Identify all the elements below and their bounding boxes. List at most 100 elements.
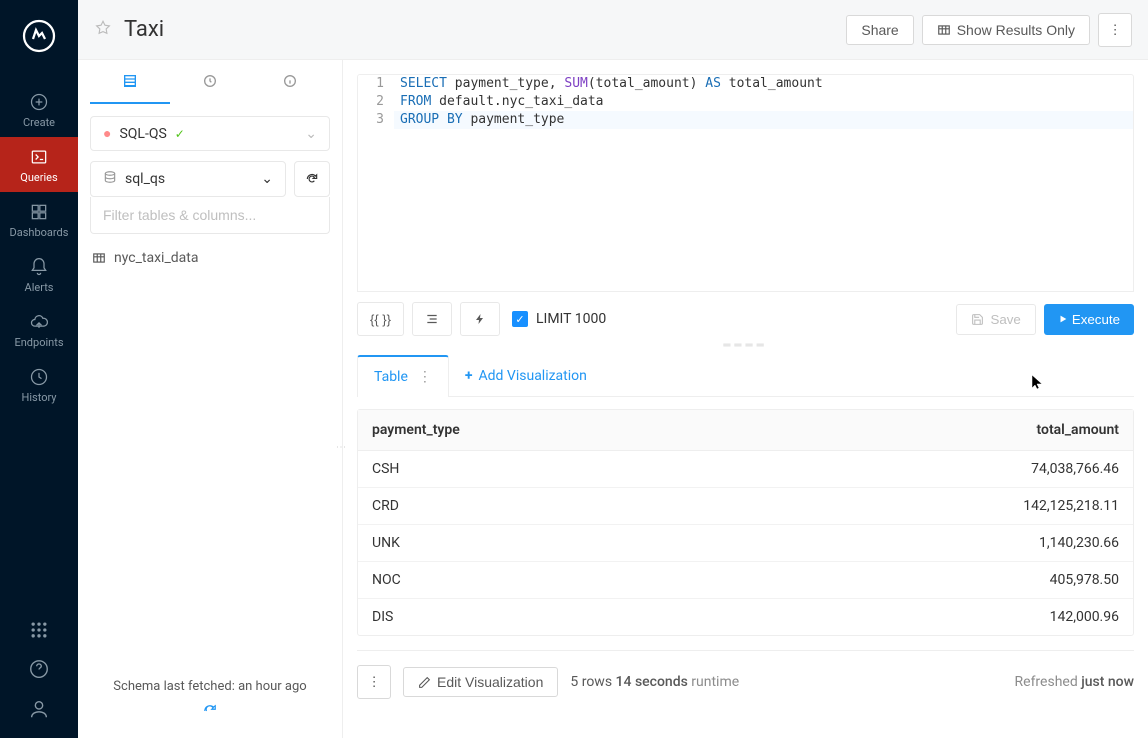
save-icon: [971, 313, 984, 326]
nav-label: History: [22, 391, 57, 404]
limit-label: LIMIT 1000: [536, 311, 606, 327]
column-header[interactable]: total_amount: [959, 422, 1119, 438]
sql-editor[interactable]: 1SELECT payment_type, SUM(total_amount) …: [357, 74, 1134, 292]
more-options-button[interactable]: ⋮: [1098, 13, 1132, 47]
table-row[interactable]: UNK1,140,230.66: [358, 525, 1133, 562]
cell: 1,140,230.66: [959, 535, 1119, 551]
cloud-icon: [29, 312, 49, 332]
user-icon[interactable]: [28, 698, 50, 720]
execute-button[interactable]: Execute: [1044, 304, 1134, 335]
chevron-down-icon: ⌄: [261, 171, 273, 187]
nav-create[interactable]: Create: [0, 82, 78, 137]
schema-sidebar: ● SQL-QS ✓ ⌄ sql_qs ⌄: [78, 60, 343, 738]
history-icon: [29, 367, 49, 387]
connection-name: SQL-QS: [119, 126, 166, 142]
columns-icon: [122, 73, 138, 89]
table-icon: [937, 23, 951, 37]
nav-endpoints[interactable]: Endpoints: [0, 302, 78, 357]
add-visualization-button[interactable]: + Add Visualization: [449, 356, 603, 396]
cell: CRD: [372, 498, 959, 514]
connection-select[interactable]: ● SQL-QS ✓ ⌄: [90, 116, 330, 151]
refresh-schema-link[interactable]: [90, 700, 330, 726]
nav-label: Dashboards: [10, 226, 69, 239]
nav-label: Endpoints: [14, 336, 63, 349]
indent-icon: [425, 312, 439, 326]
share-button[interactable]: Share: [846, 15, 913, 45]
editor-toolbar: {{ }} ✓ LIMIT 1000 Save: [357, 302, 1134, 336]
schema-tab-info[interactable]: [250, 60, 330, 104]
bell-icon: [29, 257, 49, 277]
table-row[interactable]: DIS142,000.96: [358, 599, 1133, 635]
results-footer: ⋮ Edit Visualization 5 rows 14 seconds r…: [357, 650, 1134, 699]
schema-tab-columns[interactable]: [90, 60, 170, 104]
refresh-icon: [305, 172, 319, 186]
info-icon: [282, 73, 298, 89]
results-table: payment_type total_amount CSH74,038,766.…: [357, 409, 1134, 636]
cell: CSH: [372, 461, 959, 477]
footer-options-button[interactable]: ⋮: [357, 665, 391, 699]
plus-icon: +: [465, 368, 473, 384]
cell: 142,125,218.11: [959, 498, 1119, 514]
edit-icon: [418, 676, 431, 689]
cell: UNK: [372, 535, 959, 551]
save-button[interactable]: Save: [956, 304, 1035, 335]
database-select[interactable]: sql_qs ⌄: [90, 161, 286, 197]
play-icon: [1058, 314, 1068, 324]
checkbox-checked-icon: ✓: [512, 311, 528, 327]
schema-tab-history[interactable]: [170, 60, 250, 104]
table-icon: [92, 251, 106, 265]
database-icon: [103, 170, 117, 188]
page-title: Taxi: [124, 17, 164, 42]
nav-label: Alerts: [25, 281, 54, 294]
lightning-icon: [474, 313, 486, 325]
refreshed-status: Refreshed just now: [1015, 674, 1134, 690]
table-row[interactable]: NOC405,978.50: [358, 562, 1133, 599]
schema-footer: Schema last fetched: an hour ago: [90, 673, 330, 700]
editor-pane: ⋮ 1SELECT payment_type, SUM(total_amount…: [343, 60, 1148, 738]
show-results-only-button[interactable]: Show Results Only: [922, 15, 1090, 45]
table-row[interactable]: CSH74,038,766.46: [358, 451, 1133, 488]
cell: DIS: [372, 609, 959, 625]
edit-visualization-button[interactable]: Edit Visualization: [403, 667, 558, 697]
limit-checkbox[interactable]: ✓ LIMIT 1000: [512, 311, 606, 327]
queries-icon: [29, 147, 49, 167]
tab-options-icon[interactable]: ⋮: [418, 369, 432, 385]
plus-circle-icon: [29, 92, 49, 112]
refresh-schema-button[interactable]: [294, 161, 330, 197]
cell: NOC: [372, 572, 959, 588]
cell: 74,038,766.46: [959, 461, 1119, 477]
format-button[interactable]: [412, 302, 452, 336]
nav-alerts[interactable]: Alerts: [0, 247, 78, 302]
check-icon: ✓: [175, 127, 185, 141]
table-name: nyc_taxi_data: [114, 250, 198, 266]
help-icon[interactable]: [28, 658, 50, 680]
apps-icon[interactable]: [29, 620, 49, 640]
lightning-button[interactable]: [460, 302, 500, 336]
nav-history[interactable]: History: [0, 357, 78, 412]
params-button[interactable]: {{ }}: [357, 302, 404, 336]
cell: 405,978.50: [959, 572, 1119, 588]
database-name: sql_qs: [125, 171, 165, 187]
nav-dashboards[interactable]: Dashboards: [0, 192, 78, 247]
nav-label: Create: [23, 116, 55, 129]
drag-handle-icon[interactable]: ════: [357, 340, 1134, 351]
dashboard-icon: [29, 202, 49, 222]
topbar: Taxi Share Show Results Only ⋮: [78, 0, 1148, 60]
star-icon[interactable]: [94, 19, 112, 41]
app-logo-icon[interactable]: [21, 18, 57, 54]
filter-input[interactable]: [90, 197, 330, 234]
cell: 142,000.96: [959, 609, 1119, 625]
row-count: 5 rows 14 seconds runtime: [570, 674, 739, 690]
nav-label: Queries: [20, 171, 57, 184]
table-row[interactable]: CRD142,125,218.11: [358, 488, 1133, 525]
results-pane: Table ⋮ + Add Visualization payment_type…: [357, 355, 1134, 724]
column-header[interactable]: payment_type: [372, 422, 959, 438]
table-item[interactable]: nyc_taxi_data: [90, 244, 330, 272]
resize-grip-icon[interactable]: ⋮: [335, 442, 346, 452]
clock-icon: [202, 73, 218, 89]
connection-dot-icon: ●: [103, 125, 111, 142]
chevron-down-icon: ⌄: [305, 126, 317, 142]
nav-queries[interactable]: Queries: [0, 137, 78, 192]
result-tab-table[interactable]: Table ⋮: [357, 355, 449, 397]
nav-rail: Create Queries Dashboards Alerts Endpoin…: [0, 0, 78, 738]
